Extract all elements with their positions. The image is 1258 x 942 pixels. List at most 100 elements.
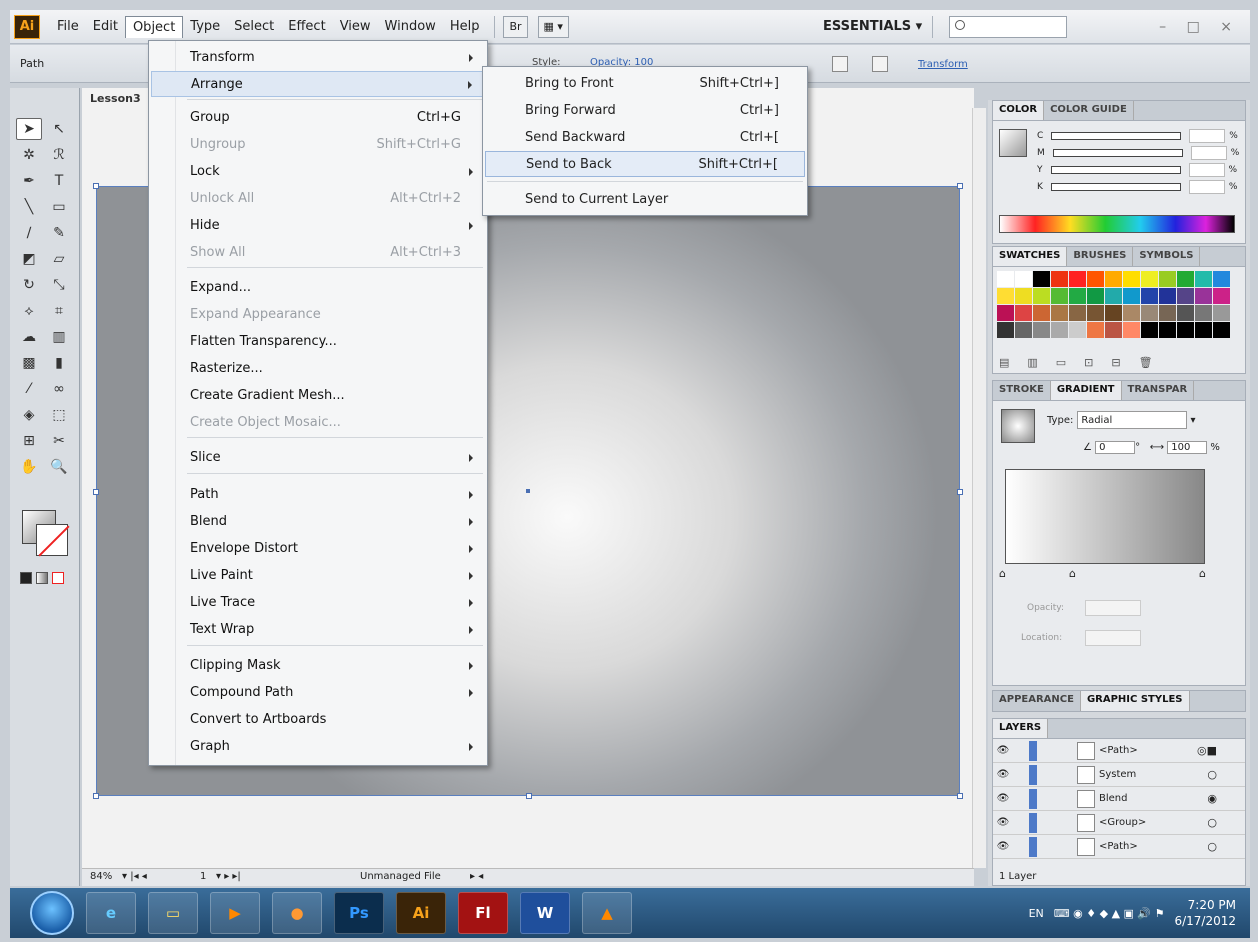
visibility-eye-icon[interactable]: 👁 bbox=[993, 841, 1013, 852]
gradient-stop-gray-icon[interactable]: ⌂ bbox=[1199, 567, 1206, 580]
swatch[interactable] bbox=[1123, 271, 1140, 287]
taskbar-media-icon[interactable]: ▶ bbox=[210, 892, 260, 934]
arrange-item-send-to-back[interactable]: Send to Back Shift+Ctrl+[ bbox=[485, 151, 805, 177]
tab-transparency[interactable]: TRANSPAR bbox=[1122, 381, 1195, 400]
slice-tool-icon[interactable]: ✂ bbox=[46, 430, 72, 452]
swatch[interactable] bbox=[1195, 271, 1212, 287]
taskbar-explorer-icon[interactable]: ▭ bbox=[148, 892, 198, 934]
gradient-tool-icon[interactable]: ▮ bbox=[46, 352, 72, 374]
status-menu-icon[interactable]: ▸ ◂ bbox=[470, 871, 483, 882]
swatch[interactable] bbox=[1069, 288, 1086, 304]
transform-link[interactable]: Transform bbox=[918, 59, 968, 70]
tab-symbols[interactable]: SYMBOLS bbox=[1133, 247, 1201, 266]
stroke-swatch[interactable] bbox=[36, 524, 68, 556]
layer-row[interactable]: 👁 <Path> ○ bbox=[993, 835, 1245, 859]
taskbar-flash-icon[interactable]: Fl bbox=[458, 892, 508, 934]
swatch[interactable] bbox=[1141, 288, 1158, 304]
pen-tool-icon[interactable]: ✒ bbox=[16, 170, 42, 192]
symbol-sprayer-tool-icon[interactable]: ☁ bbox=[16, 326, 42, 348]
layer-name[interactable]: Blend bbox=[1099, 793, 1127, 804]
object-menu-item-convert-to-artboards[interactable]: Convert to Artboards bbox=[151, 707, 485, 733]
paintbrush-tool-icon[interactable]: ∕ bbox=[16, 222, 42, 244]
selection-handle[interactable] bbox=[526, 793, 532, 799]
direct-selection-tool-icon[interactable]: ↖ bbox=[46, 118, 72, 140]
object-menu-item-create-gradient-mesh[interactable]: Create Gradient Mesh... bbox=[151, 383, 485, 409]
taskbar-photoshop-icon[interactable]: Ps bbox=[334, 892, 384, 934]
menu-effect[interactable]: Effect bbox=[281, 16, 332, 37]
mesh-tool-icon[interactable]: ▩ bbox=[16, 352, 42, 374]
hand-tool-icon[interactable]: ✋ bbox=[16, 456, 42, 478]
rotate-tool-icon[interactable]: ↻ bbox=[16, 274, 42, 296]
layer-row[interactable]: 👁 <Group> ○ bbox=[993, 811, 1245, 835]
layer-name[interactable]: <Path> bbox=[1099, 745, 1138, 756]
zoom-dropdown-icon[interactable]: ▾ |◂ ◂ bbox=[122, 871, 147, 882]
layer-name[interactable]: <Path> bbox=[1099, 841, 1138, 852]
object-menu-item-path[interactable]: Path bbox=[151, 482, 485, 508]
location-input[interactable] bbox=[1085, 630, 1141, 646]
swatch[interactable] bbox=[1087, 271, 1104, 287]
swatch[interactable] bbox=[1087, 288, 1104, 304]
swatch[interactable] bbox=[997, 322, 1014, 338]
channel-value[interactable] bbox=[1188, 162, 1225, 177]
swatch[interactable] bbox=[1177, 305, 1194, 321]
selection-handle[interactable] bbox=[957, 489, 963, 495]
channel-value[interactable] bbox=[1190, 145, 1227, 160]
swatch[interactable] bbox=[1213, 322, 1230, 338]
zoom-level[interactable]: 84% bbox=[90, 871, 112, 882]
bridge-button[interactable]: Br bbox=[503, 15, 528, 38]
swatch[interactable] bbox=[1087, 322, 1104, 338]
slider-track[interactable] bbox=[1052, 148, 1183, 157]
swatch[interactable] bbox=[1105, 288, 1122, 304]
menu-window[interactable]: Window bbox=[378, 16, 443, 37]
magenta-slider[interactable]: M% bbox=[1037, 144, 1245, 161]
slider-track[interactable] bbox=[1051, 131, 1182, 140]
rectangle-tool-icon[interactable]: ▭ bbox=[46, 196, 72, 218]
swatch[interactable] bbox=[1159, 271, 1176, 287]
tab-graphic-styles[interactable]: GRAPHIC STYLES bbox=[1080, 691, 1190, 711]
object-menu-item-envelope-distort[interactable]: Envelope Distort bbox=[151, 536, 485, 562]
channel-value[interactable] bbox=[1188, 179, 1225, 194]
gradient-slider-bar[interactable] bbox=[1005, 469, 1205, 564]
gradient-type-control[interactable]: Type: Radial ▾ bbox=[1047, 411, 1196, 429]
object-menu-item-compound-path[interactable]: Compound Path bbox=[151, 680, 485, 706]
recolor-icon[interactable] bbox=[832, 56, 848, 72]
graph-tool-icon[interactable]: ▥ bbox=[46, 326, 72, 348]
tab-color[interactable]: COLOR bbox=[993, 101, 1045, 120]
document-tab[interactable]: Lesson3 bbox=[90, 92, 141, 105]
gradient-preview-swatch[interactable] bbox=[1001, 409, 1035, 443]
swatch[interactable] bbox=[1105, 271, 1122, 287]
line-tool-icon[interactable]: ╲ bbox=[16, 196, 42, 218]
aspect-input[interactable]: 100 bbox=[1167, 441, 1208, 454]
slider-track[interactable] bbox=[1050, 182, 1181, 191]
live-paint-bucket-icon[interactable]: ◈ bbox=[16, 404, 42, 426]
cyan-slider[interactable]: C% bbox=[1037, 127, 1245, 144]
visibility-eye-icon[interactable]: 👁 bbox=[993, 769, 1013, 780]
artboard-number[interactable]: 1 bbox=[200, 871, 206, 882]
swatch[interactable] bbox=[1051, 322, 1068, 338]
swatch[interactable] bbox=[1177, 322, 1194, 338]
free-transform-tool-icon[interactable]: ⌗ bbox=[46, 300, 72, 322]
swatch[interactable] bbox=[1051, 305, 1068, 321]
none-mode-icon[interactable] bbox=[52, 572, 64, 584]
artboard-tool-icon[interactable]: ⊞ bbox=[16, 430, 42, 452]
object-menu-item-live-paint[interactable]: Live Paint bbox=[151, 563, 485, 589]
swatch[interactable] bbox=[1015, 271, 1032, 287]
taskbar-word-icon[interactable]: W bbox=[520, 892, 570, 934]
opacity-input[interactable] bbox=[1085, 600, 1141, 616]
arrange-documents-button[interactable]: ▦ ▾ bbox=[537, 15, 569, 38]
swatch[interactable] bbox=[1033, 288, 1050, 304]
object-menu-item-expand[interactable]: Expand... bbox=[151, 275, 485, 301]
artboard-nav-icon[interactable]: ▾ ▸ ▸| bbox=[216, 871, 241, 882]
gradient-mode-icon[interactable] bbox=[36, 572, 48, 584]
gradient-midpoint-icon[interactable]: ⌂ bbox=[1069, 567, 1076, 580]
color-spectrum-bar[interactable] bbox=[999, 215, 1235, 233]
swatch[interactable] bbox=[1195, 288, 1212, 304]
clock[interactable]: 7:20 PM 6/17/2012 bbox=[1174, 897, 1236, 929]
live-paint-selection-icon[interactable]: ⬚ bbox=[46, 404, 72, 426]
swatch[interactable] bbox=[1069, 322, 1086, 338]
visibility-eye-icon[interactable]: 👁 bbox=[993, 817, 1013, 828]
swatch[interactable] bbox=[1159, 322, 1176, 338]
help-search-input[interactable] bbox=[949, 15, 1068, 38]
taskbar-ie-icon[interactable]: e bbox=[86, 892, 136, 934]
object-menu-item-blend[interactable]: Blend bbox=[151, 509, 485, 535]
